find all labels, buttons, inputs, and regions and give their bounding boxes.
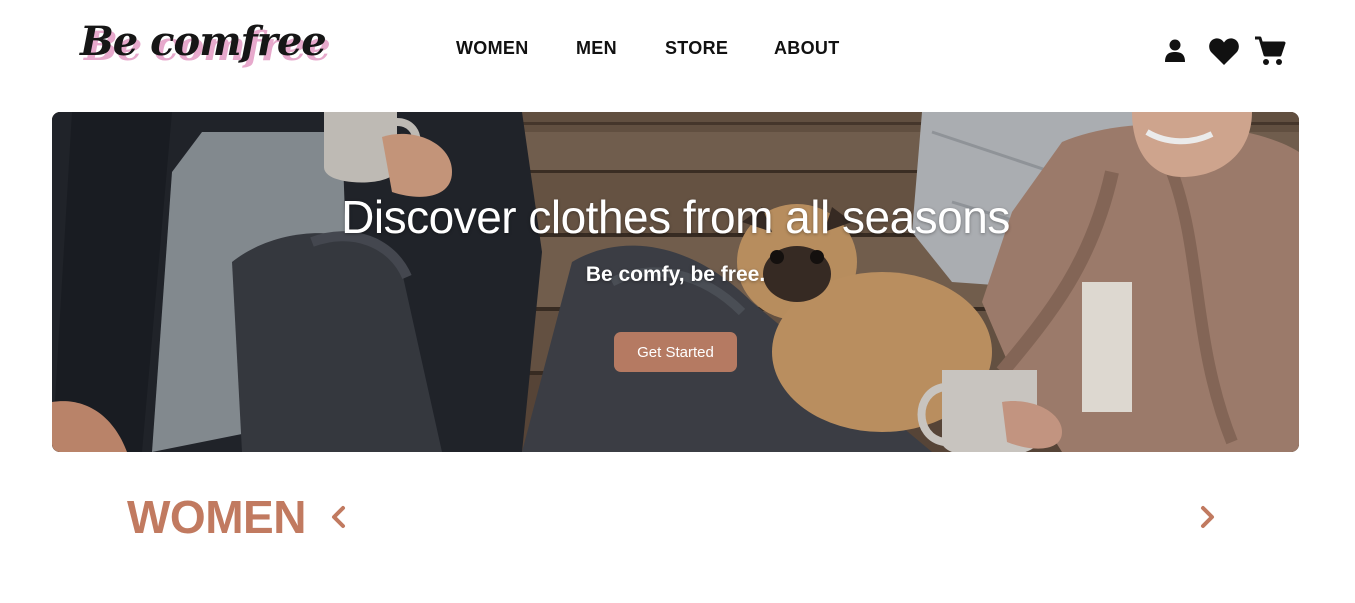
header-actions — [1160, 34, 1286, 68]
hero-subtitle: Be comfy, be free. — [585, 263, 766, 286]
chevron-left-icon[interactable] — [327, 503, 351, 531]
logo-text: Be comfree — [80, 18, 327, 65]
nav-link-store[interactable]: STORE — [665, 38, 774, 62]
main-nav: WOMEN MEN STORE ABOUT — [456, 38, 854, 62]
get-started-button[interactable]: Get Started — [614, 332, 737, 372]
brand-logo[interactable]: Be comfree Be comfree — [80, 18, 331, 80]
hero-banner: Discover clothes from all seasons Be com… — [52, 112, 1299, 452]
cart-icon[interactable] — [1254, 35, 1286, 67]
nav-link-women[interactable]: WOMEN — [456, 38, 576, 62]
heart-icon[interactable] — [1208, 36, 1240, 66]
user-icon[interactable] — [1160, 36, 1190, 66]
hero-title: Discover clothes from all seasons — [341, 191, 1010, 243]
chevron-right-icon[interactable] — [1195, 503, 1219, 531]
nav-link-men[interactable]: MEN — [576, 38, 665, 62]
section-title-women: WOMEN — [127, 491, 306, 543]
nav-link-about[interactable]: ABOUT — [774, 38, 854, 62]
site-header: Be comfree Be comfree WOMEN MEN STORE AB… — [0, 0, 1355, 100]
